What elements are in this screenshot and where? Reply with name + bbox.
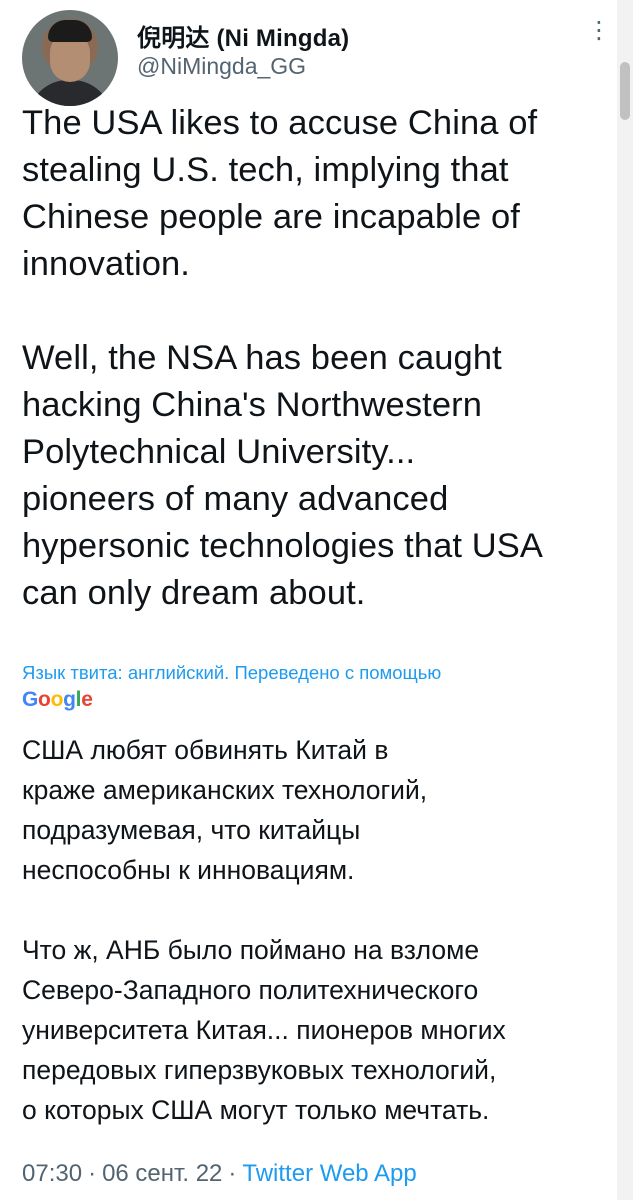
- avatar[interactable]: [22, 10, 118, 106]
- tweet-source-link[interactable]: Twitter Web App: [242, 1160, 416, 1187]
- scrollbar-thumb[interactable]: [620, 62, 630, 120]
- tweet-time[interactable]: 07:30: [22, 1160, 82, 1187]
- meta-separator-2: ·: [228, 1160, 237, 1187]
- tweet-date[interactable]: 06 сент. 22: [102, 1160, 222, 1187]
- tweet-header: 倪明达 (Ni Mingda) @NiMingda_GG ⋮: [0, 0, 617, 106]
- more-vertical-icon[interactable]: ⋮: [586, 18, 612, 44]
- meta-separator: ·: [88, 1160, 97, 1187]
- google-logo: Google: [22, 688, 93, 711]
- translated-tweet-text: США любят обвинять Китай в краже америка…: [22, 735, 506, 1125]
- tweet-meta: 07:30 · 06 сент. 22 · Twitter Web App: [22, 1160, 417, 1188]
- scrollbar[interactable]: [617, 0, 633, 1200]
- author-handle[interactable]: @NiMingda_GG: [137, 53, 306, 80]
- translation-label: Язык твита: английский. Переведено с пом…: [22, 662, 442, 683]
- avatar-hair: [48, 20, 92, 42]
- author-display-name[interactable]: 倪明达 (Ni Mingda): [137, 18, 349, 53]
- tweet-text: The USA likes to accuse China of stealin…: [22, 104, 544, 612]
